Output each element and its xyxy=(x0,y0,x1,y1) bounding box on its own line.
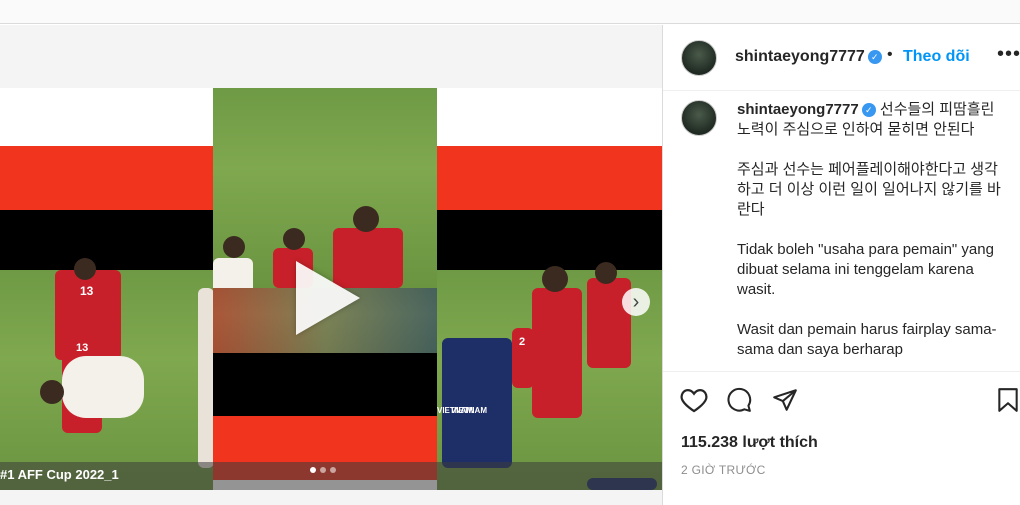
video-caption-text: #1 AFF Cup 2022_1 xyxy=(0,467,119,482)
chevron-right-icon[interactable]: › xyxy=(622,288,650,316)
heart-icon[interactable] xyxy=(680,387,708,413)
comment-bubble-icon[interactable] xyxy=(726,387,752,413)
separator-dot: • xyxy=(887,46,893,63)
post-timestamp[interactable]: 2 GIỜ TRƯỚC xyxy=(681,463,766,477)
verified-badge-icon: ✓ xyxy=(861,103,876,118)
verified-badge-icon: ✓ xyxy=(867,49,882,64)
post-actions: 115.238 lượt thích 2 GIỜ TRƯỚC xyxy=(663,371,1020,505)
follow-button[interactable]: Theo dõi xyxy=(903,48,970,66)
post-header: shintaeyong7777 ✓ • Theo dõi ••• xyxy=(663,25,1020,91)
header-username[interactable]: shintaeyong7777 ✓ xyxy=(735,48,882,66)
carousel-dot xyxy=(330,467,336,473)
carousel-dot xyxy=(310,467,316,473)
avatar[interactable] xyxy=(681,40,717,76)
caption-paragraph: 주심과 선수는 페어플레이해야한다고 생각하고 더 이상 이런 일이 일어나지 … xyxy=(737,161,1001,218)
more-options-icon[interactable]: ••• xyxy=(997,43,1020,66)
video-frame-left: 13 13 xyxy=(0,88,213,490)
team-label: VIETNAM xyxy=(437,406,473,415)
avatar[interactable] xyxy=(681,100,717,136)
post-caption: shintaeyong7777 ✓ 선수들의 피땀흘린 노력이 주심으로 인하여 … xyxy=(737,100,1007,380)
video-frame-middle xyxy=(213,88,437,288)
play-icon[interactable] xyxy=(296,261,360,335)
caption-paragraph: Wasit dan pemain harus fairplay sama-sam… xyxy=(737,321,997,358)
like-count[interactable]: 115.238 lượt thích xyxy=(681,434,818,452)
carousel-dot xyxy=(320,467,326,473)
bookmark-icon[interactable] xyxy=(997,387,1019,413)
jersey-number: 13 xyxy=(80,284,94,298)
top-nav-bar xyxy=(0,0,1020,24)
post-side-panel: shintaeyong7777 ✓ • Theo dõi ••• shintaey… xyxy=(662,25,1020,505)
caption-paragraph: Tidak boleh "usaha para pemain" yang dib… xyxy=(737,241,994,298)
media-area: 13 13 VIETNAM 2 VIETNAM › #1 AFF Cup 202… xyxy=(0,25,662,505)
caption-username[interactable]: shintaeyong7777 xyxy=(737,101,859,118)
jersey-number: 2 xyxy=(519,336,526,348)
carousel-indicator xyxy=(310,467,336,473)
paper-plane-icon[interactable] xyxy=(772,387,798,413)
jersey-number: 13 xyxy=(76,342,89,354)
